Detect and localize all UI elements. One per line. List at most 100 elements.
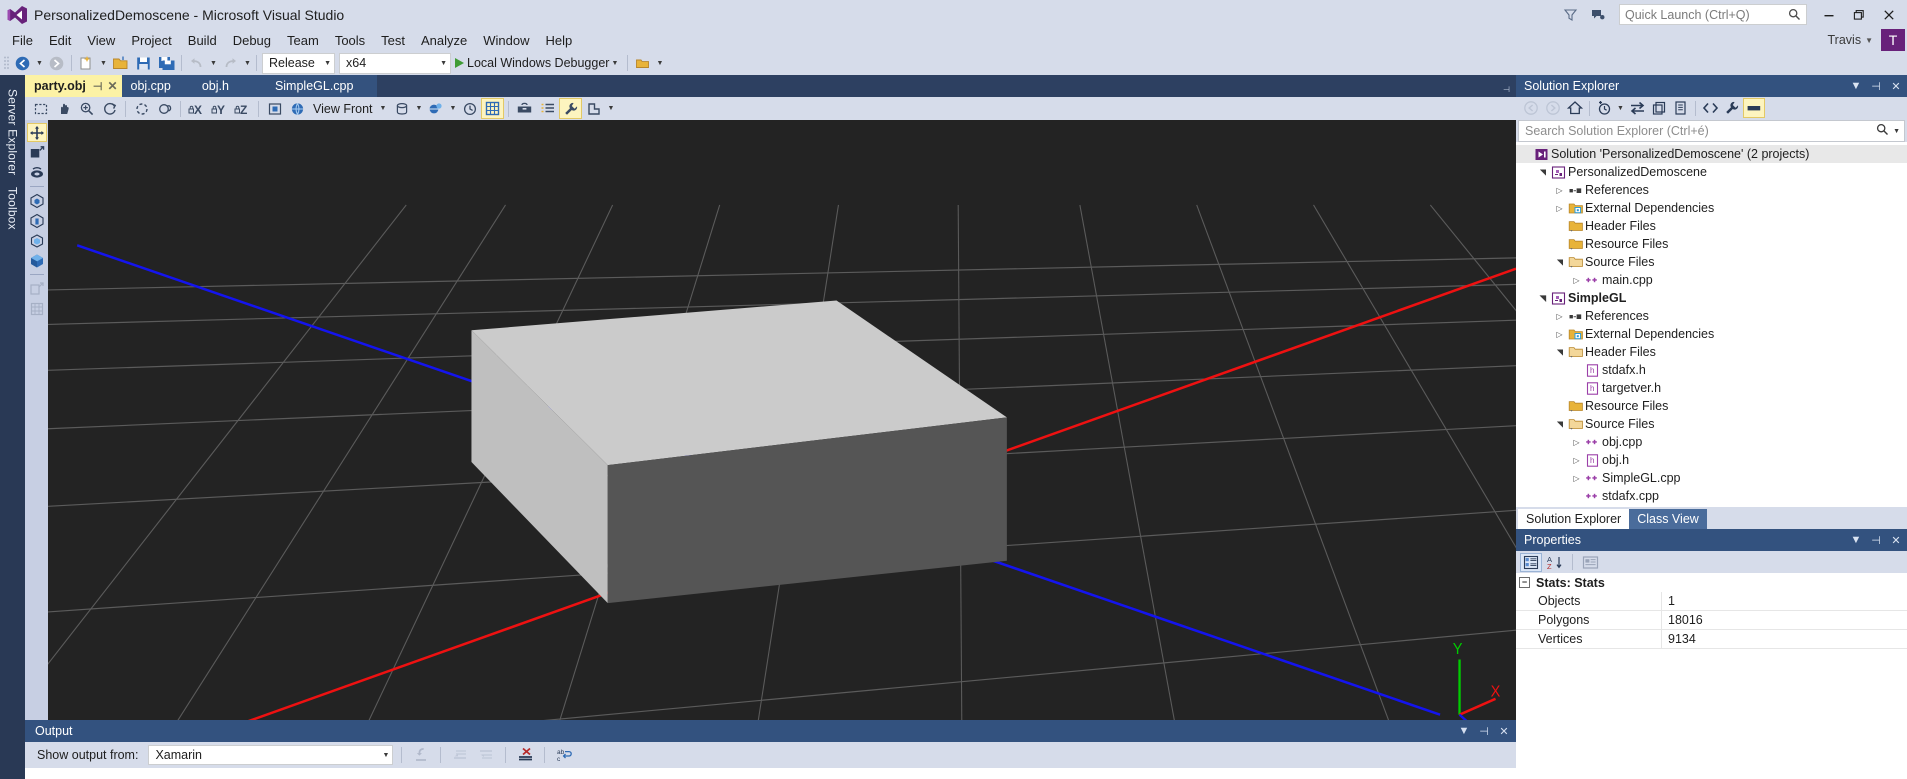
tab-overflow-chevron-icon[interactable]: ⊣ xyxy=(1503,85,1510,94)
expand-collapse-open-icon[interactable]: ◢ xyxy=(1555,346,1564,359)
chevron-down-icon[interactable]: ▼ xyxy=(1849,80,1863,92)
menu-team[interactable]: Team xyxy=(279,30,327,51)
tree-item[interactable]: ◢ SimpleGL xyxy=(1516,289,1907,307)
expand-collapse-closed-icon[interactable]: ▷ xyxy=(1553,330,1566,339)
property-value[interactable]: 1 xyxy=(1661,591,1907,611)
output-source-combo[interactable]: Xamarin ▼ xyxy=(148,745,394,765)
sidebar-item-server-explorer[interactable]: Server Explorer xyxy=(2,83,24,181)
toggle-word-wrap-icon[interactable]: ab c xyxy=(553,745,575,765)
tree-item[interactable]: stdafx.cpp xyxy=(1516,487,1907,505)
rotate-tool-icon[interactable] xyxy=(27,163,47,182)
tree-item[interactable]: ▷ h obj.h xyxy=(1516,451,1907,469)
tab-class-view[interactable]: Class View xyxy=(1629,509,1707,529)
pin-icon[interactable]: ⊣ xyxy=(1476,721,1492,741)
close-icon[interactable]: ✕ xyxy=(1889,534,1903,547)
expand-collapse-open-icon[interactable]: ◢ xyxy=(1538,292,1547,305)
tree-item[interactable]: ▷ obj.cpp xyxy=(1516,433,1907,451)
cone-primitive-icon[interactable] xyxy=(27,191,47,210)
scale-tool-icon[interactable] xyxy=(27,143,47,162)
close-icon[interactable]: ✕ xyxy=(1889,80,1903,93)
model-viewport-canvas[interactable]: Y X Z xyxy=(48,120,1516,720)
lock-x-icon[interactable]: X xyxy=(185,98,208,119)
tree-item[interactable]: ▷ External Dependencies xyxy=(1516,199,1907,217)
tree-item[interactable]: h targetver.h xyxy=(1516,379,1907,397)
menu-window[interactable]: Window xyxy=(475,30,537,51)
menu-analyze[interactable]: Analyze xyxy=(413,30,475,51)
expand-collapse-closed-icon[interactable]: ▷ xyxy=(1553,312,1566,321)
navigate-backward-button[interactable] xyxy=(11,52,34,74)
tree-item[interactable]: h stdafx.h xyxy=(1516,361,1907,379)
lock-z-icon[interactable]: Z xyxy=(231,98,254,119)
menu-edit[interactable]: Edit xyxy=(41,30,79,51)
pin-icon[interactable]: ⊣ xyxy=(93,80,103,93)
attach-to-process-button[interactable] xyxy=(631,52,654,74)
expand-collapse-closed-icon[interactable]: ▷ xyxy=(1570,276,1583,285)
property-row-objects[interactable]: Objects 1 xyxy=(1516,591,1907,611)
menu-help[interactable]: Help xyxy=(538,30,581,51)
grid-icon[interactable] xyxy=(481,98,505,119)
expand-collapse-open-icon[interactable]: ◢ xyxy=(1555,418,1564,431)
tree-item[interactable]: Solution 'PersonalizedDemoscene' (2 proj… xyxy=(1516,145,1907,163)
start-debugging-button[interactable]: Local Windows Debugger ▼ xyxy=(453,52,624,74)
tree-item[interactable]: ▷ References xyxy=(1516,181,1907,199)
collapse-all-icon[interactable] xyxy=(1670,98,1692,118)
toolbar-grip-handle[interactable] xyxy=(2,55,11,71)
chevron-down-icon[interactable]: ▼ xyxy=(1456,721,1472,741)
properties-grid[interactable]: − Stats: Stats Objects 1 Polygons 18016 … xyxy=(1516,573,1907,779)
send-feedback-icon[interactable] xyxy=(1585,4,1611,26)
sync-with-active-document-icon[interactable] xyxy=(1626,98,1648,118)
menu-test[interactable]: Test xyxy=(373,30,413,51)
history-icon[interactable] xyxy=(458,98,481,119)
rotate-icon[interactable] xyxy=(130,98,153,119)
search-input[interactable] xyxy=(1525,124,1877,138)
orbit-icon[interactable] xyxy=(98,98,121,119)
tab-obj-cpp[interactable]: obj.cpp xyxy=(121,75,180,97)
new-project-button[interactable] xyxy=(75,52,98,74)
pin-icon[interactable]: ⊣ xyxy=(1869,80,1883,93)
wrench-icon[interactable] xyxy=(559,98,583,119)
solution-platform-combo[interactable]: x64 ▼ xyxy=(339,52,451,74)
tree-item[interactable]: ▷ External Dependencies xyxy=(1516,325,1907,343)
avatar[interactable]: T xyxy=(1881,29,1905,51)
property-value[interactable]: 9134 xyxy=(1661,629,1907,649)
lock-y-icon[interactable]: Y xyxy=(208,98,231,119)
save-all-button[interactable] xyxy=(155,52,178,74)
frame-selection-icon[interactable] xyxy=(263,98,286,119)
pin-icon[interactable]: ⊣ xyxy=(1869,534,1883,547)
tree-item[interactable]: Header Files xyxy=(1516,217,1907,235)
menu-file[interactable]: File xyxy=(4,30,41,51)
shading-mode-icon[interactable] xyxy=(390,98,413,119)
zoom-icon[interactable] xyxy=(75,98,98,119)
tab-solution-explorer[interactable]: Solution Explorer xyxy=(1518,509,1630,529)
expand-collapse-closed-icon[interactable]: ▷ xyxy=(1570,456,1583,465)
tab-simplegl-cpp[interactable]: SimpleGL.cpp xyxy=(250,75,378,97)
expand-collapse-open-icon[interactable]: ◢ xyxy=(1555,256,1564,269)
solution-configuration-combo[interactable]: Release ▼ xyxy=(262,52,335,74)
tree-item[interactable]: ◢ Header Files xyxy=(1516,343,1907,361)
solution-explorer-search[interactable]: ▼ xyxy=(1518,120,1905,142)
navigate-backward-caret-icon[interactable]: ▼ xyxy=(34,52,45,74)
tree-item[interactable]: Resource Files xyxy=(1516,235,1907,253)
refresh-icon[interactable] xyxy=(1648,98,1670,118)
tree-item[interactable]: ◢ PersonalizedDemoscene xyxy=(1516,163,1907,181)
render-mode-caret-icon[interactable]: ▼ xyxy=(447,98,458,120)
chevron-down-icon[interactable]: ▼ xyxy=(1865,36,1881,45)
tab-party-obj[interactable]: party.obj ⊣ ✕ xyxy=(25,75,122,97)
tree-item[interactable]: ◢ Source Files xyxy=(1516,253,1907,271)
level-of-detail-caret-icon[interactable]: ▼ xyxy=(605,98,616,120)
expand-collapse-closed-icon[interactable]: ▷ xyxy=(1553,186,1566,195)
pan-icon[interactable] xyxy=(52,98,75,119)
new-project-caret-icon[interactable]: ▼ xyxy=(98,52,109,74)
property-value[interactable]: 18016 xyxy=(1661,610,1907,630)
save-button[interactable] xyxy=(132,52,155,74)
redo-caret-icon[interactable]: ▼ xyxy=(242,52,253,74)
level-of-detail-icon[interactable] xyxy=(582,98,605,119)
view-front-dropdown[interactable]: View Front ▼ xyxy=(309,98,390,119)
menu-debug[interactable]: Debug xyxy=(225,30,279,51)
expand-collapse-open-icon[interactable]: ◢ xyxy=(1538,166,1547,179)
view-globe-icon[interactable] xyxy=(286,98,309,119)
clear-output-icon[interactable] xyxy=(514,745,536,765)
maximize-restore-button[interactable] xyxy=(1845,3,1873,27)
property-row-polygons[interactable]: Polygons 18016 xyxy=(1516,610,1907,630)
categorized-view-icon[interactable] xyxy=(1520,552,1542,572)
